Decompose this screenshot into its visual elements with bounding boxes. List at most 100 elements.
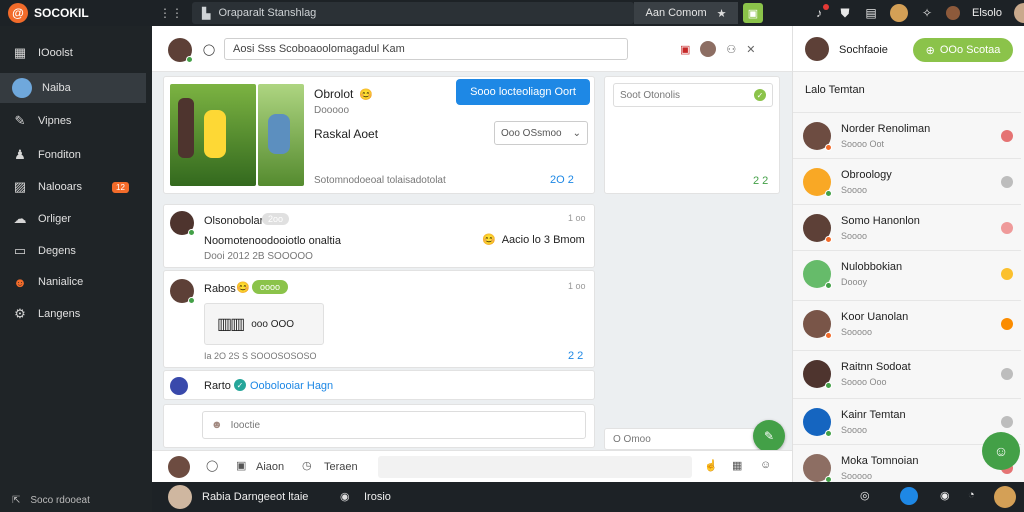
contact-info: Koor Uanolan Sooooo bbox=[841, 311, 991, 337]
online-dot bbox=[825, 189, 832, 197]
sidebar-item-8[interactable]: ☻ Nanialice bbox=[0, 267, 152, 297]
post-image-2[interactable] bbox=[258, 84, 304, 186]
bottom-item[interactable]: Irosio bbox=[364, 491, 391, 503]
composer-option-b[interactable]: Teraen bbox=[324, 461, 358, 473]
composer-option-a[interactable]: Aiaon bbox=[256, 461, 284, 473]
avatar[interactable] bbox=[805, 37, 829, 61]
contact-status: Sooooo bbox=[841, 326, 873, 337]
avatar[interactable] bbox=[170, 279, 195, 304]
post-author[interactable]: Rabos bbox=[204, 283, 236, 295]
avatar[interactable] bbox=[168, 38, 193, 63]
search-icon[interactable]: ◯ bbox=[202, 42, 216, 56]
bottom-user[interactable]: Rabia Darngeeot ltaie bbox=[202, 491, 308, 503]
file-attachment[interactable]: ▥▥ ooo OOO bbox=[204, 303, 324, 345]
profile-avatar[interactable] bbox=[1013, 3, 1024, 23]
user-name[interactable]: Elsolo bbox=[972, 7, 1002, 19]
clock-icon[interactable]: ◷ bbox=[302, 459, 312, 472]
post-card-media: Obrolot 😊 Dooooo Raskal Aoet Sooo locteo… bbox=[163, 76, 595, 194]
contact-row[interactable]: Koor Uanolan Sooooo bbox=[793, 300, 1021, 346]
sidebar-item-9[interactable]: ⚙ Langens bbox=[0, 299, 152, 329]
profile-avatar[interactable] bbox=[994, 486, 1016, 508]
grid-menu-icon[interactable]: ⋮⋮ bbox=[159, 6, 183, 20]
image-icon[interactable]: ▣ bbox=[236, 459, 246, 472]
contact-info: Somo Hanonlon Soooo bbox=[841, 215, 991, 241]
post-author[interactable]: Olsonobolar bbox=[204, 215, 263, 227]
post-author[interactable]: Obrolot bbox=[314, 87, 353, 101]
avatar bbox=[803, 309, 832, 339]
sidebar-item-5[interactable]: ▨ Nalooars 12 bbox=[0, 172, 152, 202]
contact-row[interactable]: Somo Hanonlon Soooo bbox=[793, 204, 1021, 250]
avatar[interactable] bbox=[890, 4, 908, 22]
close-icon[interactable]: ✕ bbox=[746, 43, 755, 56]
post-select[interactable]: Ooo OSsmoo ⌄ bbox=[494, 121, 588, 145]
post-title: Raskal Aoet bbox=[314, 127, 379, 141]
user-avatar-small[interactable] bbox=[946, 6, 960, 20]
contact-row[interactable]: Norder Renoliman Soooo Oot bbox=[793, 112, 1021, 158]
emoji-icon: 😊 bbox=[359, 88, 374, 101]
bottom-bar: Rabia Darngeeot ltaie ◉ Irosio ◎ ◉ ◔ bbox=[152, 482, 1024, 512]
sidebar-footer-text: Soco rdooeat bbox=[30, 495, 90, 506]
contact-action-icon[interactable] bbox=[1001, 175, 1013, 188]
gift-icon[interactable]: ▣ bbox=[680, 43, 690, 56]
contact-action-icon[interactable] bbox=[1001, 221, 1013, 234]
post-author[interactable]: Rarto bbox=[204, 380, 231, 392]
sidebar-item-label: Naiba bbox=[42, 82, 71, 94]
avatar[interactable] bbox=[170, 377, 188, 395]
right-panel-button[interactable]: ⊕ OOo Scotaa bbox=[913, 38, 1013, 62]
sidebar-item-6[interactable]: ☁ Orliger bbox=[0, 204, 152, 234]
contact-action-icon[interactable] bbox=[1001, 267, 1013, 280]
sync-icon[interactable]: ◔ bbox=[968, 489, 975, 501]
reply-input[interactable]: ☻ Iooctie bbox=[202, 411, 586, 439]
top-bar: @ SOCOKIL ⋮⋮ ▙ Oraparalt Stanshlag Aan C… bbox=[0, 0, 1024, 26]
global-search[interactable]: ▙ Oraparalt Stanshlag bbox=[192, 2, 634, 24]
avatar[interactable] bbox=[170, 211, 195, 236]
side-box-input[interactable]: Soot Otonolis ✓ bbox=[613, 83, 773, 107]
chat-icon[interactable] bbox=[900, 487, 918, 505]
compose-fab-icon[interactable]: ✎ bbox=[753, 420, 785, 452]
avatar[interactable] bbox=[168, 456, 190, 478]
sidebar-item-2[interactable]: Naiba bbox=[0, 73, 146, 103]
avatar[interactable] bbox=[700, 41, 717, 57]
side-box-actions[interactable]: 2 2 bbox=[753, 175, 768, 187]
contact-row[interactable]: Raitnn Sodoat Soooo Ooo bbox=[793, 350, 1021, 396]
avatar[interactable] bbox=[168, 485, 192, 509]
sidebar-item-1[interactable]: ▦ IOoolst bbox=[0, 38, 152, 68]
shield-icon[interactable]: ⛊ bbox=[838, 6, 852, 20]
post-actions[interactable]: 2O 2 bbox=[550, 174, 574, 186]
post-link[interactable]: Oobolooiar Hagn bbox=[250, 380, 333, 392]
sidebar-item-label: Fonditon bbox=[38, 149, 81, 161]
check-icon[interactable]: ✓ bbox=[754, 89, 766, 101]
notifications-icon[interactable]: ♪ bbox=[812, 4, 829, 20]
contact-row[interactable]: Nulobbokian Doooy bbox=[793, 250, 1021, 296]
grid-icon[interactable]: ▦ bbox=[732, 459, 742, 472]
contact-action-icon[interactable] bbox=[1001, 317, 1013, 330]
sidebar-footer[interactable]: ⇱ Soco rdooeat bbox=[12, 495, 90, 506]
post-reaction[interactable]: 😊 Aacio lo 3 Bmom bbox=[482, 233, 585, 247]
add-user-icon[interactable]: ⚇ bbox=[726, 43, 736, 56]
sidebar-item-3[interactable]: ✎ Vipnes bbox=[0, 106, 152, 136]
contact-action-icon[interactable] bbox=[1001, 415, 1013, 428]
image-icon[interactable]: ▣ bbox=[743, 3, 763, 23]
composer-input[interactable] bbox=[378, 456, 692, 478]
like-icon[interactable]: ☝ bbox=[704, 459, 718, 472]
star-icon[interactable]: ★ bbox=[717, 7, 727, 20]
sidebar-item-4[interactable]: ♟ Fonditon bbox=[0, 140, 152, 170]
add-contact-fab-icon[interactable]: ☺ bbox=[982, 432, 1020, 470]
post-actions[interactable]: 2 2 bbox=[568, 350, 583, 362]
top-pill-button[interactable]: Aan Comom ★ bbox=[634, 2, 738, 24]
post-search-input[interactable]: Aosi Sss Scoboaoolomagadul Kam bbox=[224, 38, 628, 60]
contact-action-icon[interactable] bbox=[1001, 129, 1013, 142]
sidebar-item-7[interactable]: ▭ Degens bbox=[0, 236, 152, 266]
calendar-icon[interactable]: ▤ bbox=[864, 6, 878, 20]
brand[interactable]: @ SOCOKIL bbox=[8, 3, 89, 23]
post-image-1[interactable] bbox=[170, 84, 256, 186]
contact-action-icon[interactable] bbox=[1001, 367, 1013, 380]
record-icon[interactable]: ◉ bbox=[940, 489, 950, 502]
settings-icon[interactable]: ✧ bbox=[920, 6, 934, 20]
chat-bubble-icon[interactable]: ◯ bbox=[206, 459, 218, 472]
refresh-icon[interactable]: ◎ bbox=[860, 489, 870, 502]
contact-row[interactable]: Obroology Soooo bbox=[793, 158, 1021, 204]
online-dot bbox=[186, 56, 193, 63]
search-icon[interactable]: ◉ bbox=[340, 490, 350, 503]
emoji-icon[interactable]: ☺ bbox=[760, 459, 771, 471]
